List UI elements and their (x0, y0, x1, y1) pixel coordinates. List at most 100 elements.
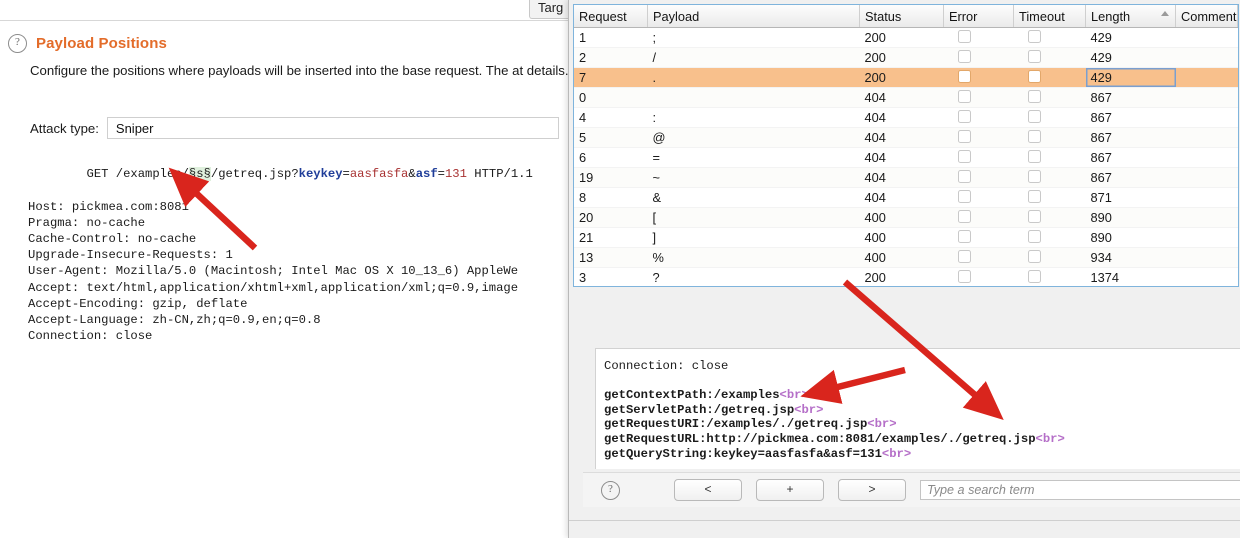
attack-type-label: Attack type: (30, 120, 99, 136)
timeout-checkbox[interactable] (1027, 230, 1041, 243)
cell-error[interactable] (943, 147, 1014, 168)
cell-timeout[interactable] (1013, 247, 1086, 268)
cell-timeout[interactable] (1013, 147, 1086, 168)
cell-timeout[interactable] (1013, 47, 1086, 68)
table-row[interactable]: 6 = 404 867 (574, 147, 1238, 168)
results-table-container[interactable]: Request Payload Status Error Timeout Len… (573, 4, 1239, 287)
cell-timeout[interactable] (1013, 167, 1086, 188)
cell-error[interactable] (943, 267, 1014, 286)
timeout-checkbox[interactable] (1027, 30, 1041, 43)
column-header-request[interactable]: Request (574, 5, 648, 28)
error-checkbox[interactable] (957, 150, 971, 163)
cell-comment (1175, 167, 1238, 188)
column-header-comment[interactable]: Comment (1175, 5, 1238, 28)
column-header-length-label: Length (1091, 8, 1131, 24)
error-checkbox[interactable] (957, 170, 971, 183)
table-row[interactable]: 21] 400 890 (574, 227, 1238, 248)
request-header-line: Pragma: no-cache (28, 215, 146, 230)
cell-error[interactable] (943, 167, 1014, 188)
tab-strip: Targ (0, 0, 568, 19)
table-row[interactable]: 1; 200 429 (574, 27, 1238, 48)
column-header-error[interactable]: Error (943, 5, 1014, 28)
column-header-timeout[interactable]: Timeout (1013, 5, 1086, 28)
cell-error[interactable] (943, 47, 1014, 68)
response-line-text: getContextPath:/examples (604, 388, 780, 403)
timeout-checkbox[interactable] (1027, 130, 1041, 143)
cell-request: 19 (574, 167, 648, 188)
request-header-line: Connection: close (28, 329, 153, 344)
table-row[interactable]: 0 404 867 (574, 87, 1238, 108)
timeout-checkbox[interactable] (1027, 90, 1041, 103)
search-input[interactable]: Type a search term (920, 480, 1240, 500)
tab-target-partial[interactable]: Targ (529, 0, 568, 19)
attack-type-row: Attack type: Sniper (30, 117, 568, 139)
header-divider (0, 20, 568, 21)
cell-error[interactable] (943, 27, 1014, 48)
error-checkbox[interactable] (957, 250, 971, 263)
cell-timeout[interactable] (1013, 227, 1086, 248)
timeout-checkbox[interactable] (1027, 210, 1041, 223)
timeout-checkbox[interactable] (1027, 110, 1041, 123)
prev-match-button[interactable]: < (674, 479, 742, 501)
table-row[interactable]: 5 @404 867 (574, 127, 1238, 148)
table-row[interactable]: 19 ~404 867 (574, 167, 1238, 188)
timeout-checkbox[interactable] (1027, 270, 1041, 283)
table-row[interactable]: 2/200 429 (574, 47, 1238, 68)
html-br-tag: <br> (867, 417, 897, 432)
cell-timeout[interactable] (1013, 187, 1086, 208)
cell-comment (1175, 187, 1238, 208)
cell-error[interactable] (943, 127, 1014, 148)
cell-timeout[interactable] (1013, 87, 1086, 108)
timeout-checkbox[interactable] (1027, 150, 1041, 163)
cell-error[interactable] (943, 67, 1014, 88)
error-checkbox[interactable] (957, 30, 971, 43)
column-header-payload[interactable]: Payload (647, 5, 860, 28)
cell-timeout[interactable] (1013, 127, 1086, 148)
cell-error[interactable] (943, 227, 1014, 248)
cell-timeout[interactable] (1013, 267, 1086, 286)
cell-timeout[interactable] (1013, 27, 1086, 48)
request-line-0: GET /examples/§s§/getreq.jsp?keykey=aasf… (28, 150, 558, 199)
column-header-status[interactable]: Status (859, 5, 944, 28)
timeout-checkbox[interactable] (1027, 190, 1041, 203)
timeout-checkbox[interactable] (1027, 250, 1041, 263)
cell-error[interactable] (943, 247, 1014, 268)
column-header-length[interactable]: Length (1085, 5, 1176, 28)
cell-error[interactable] (943, 187, 1014, 208)
timeout-checkbox[interactable] (1027, 70, 1041, 83)
error-checkbox[interactable] (957, 50, 971, 63)
error-checkbox[interactable] (957, 130, 971, 143)
error-checkbox[interactable] (957, 230, 971, 243)
error-checkbox[interactable] (957, 190, 971, 203)
timeout-checkbox[interactable] (1027, 170, 1041, 183)
cell-status: 400 (859, 227, 944, 248)
cell-timeout[interactable] (1013, 107, 1086, 128)
cell-error[interactable] (943, 207, 1014, 228)
cell-timeout[interactable] (1013, 207, 1086, 228)
error-checkbox[interactable] (957, 110, 971, 123)
request-editor[interactable]: GET /examples/§s§/getreq.jsp?keykey=aasf… (28, 150, 558, 520)
error-checkbox[interactable] (957, 70, 971, 83)
attack-type-select[interactable]: Sniper (106, 117, 559, 139)
cell-comment (1175, 247, 1238, 268)
cell-error[interactable] (943, 87, 1014, 108)
table-row[interactable]: 13% 400 934 (574, 247, 1238, 268)
cell-payload: ; (647, 27, 860, 48)
help-icon-bottom[interactable]: ? (601, 480, 620, 500)
timeout-checkbox[interactable] (1027, 50, 1041, 63)
error-checkbox[interactable] (957, 90, 971, 103)
error-checkbox[interactable] (957, 210, 971, 223)
table-row[interactable]: 20[400 890 (574, 207, 1238, 228)
table-row[interactable]: 4:404 867 (574, 107, 1238, 128)
table-row[interactable]: 3? 200 1374 (574, 267, 1238, 286)
next-match-button[interactable]: > (838, 479, 906, 501)
error-checkbox[interactable] (957, 270, 971, 283)
add-match-button[interactable]: + (756, 479, 824, 501)
cell-error[interactable] (943, 107, 1014, 128)
table-row[interactable]: 7. 200 429 (574, 67, 1238, 88)
cell-timeout[interactable] (1013, 67, 1086, 88)
response-viewer[interactable]: Connection: close getContextPath:/exampl… (595, 348, 1240, 469)
table-row[interactable]: 8 & 404 871 (574, 187, 1238, 208)
help-icon[interactable]: ? (8, 34, 27, 53)
cell-request: 21 (574, 227, 648, 248)
